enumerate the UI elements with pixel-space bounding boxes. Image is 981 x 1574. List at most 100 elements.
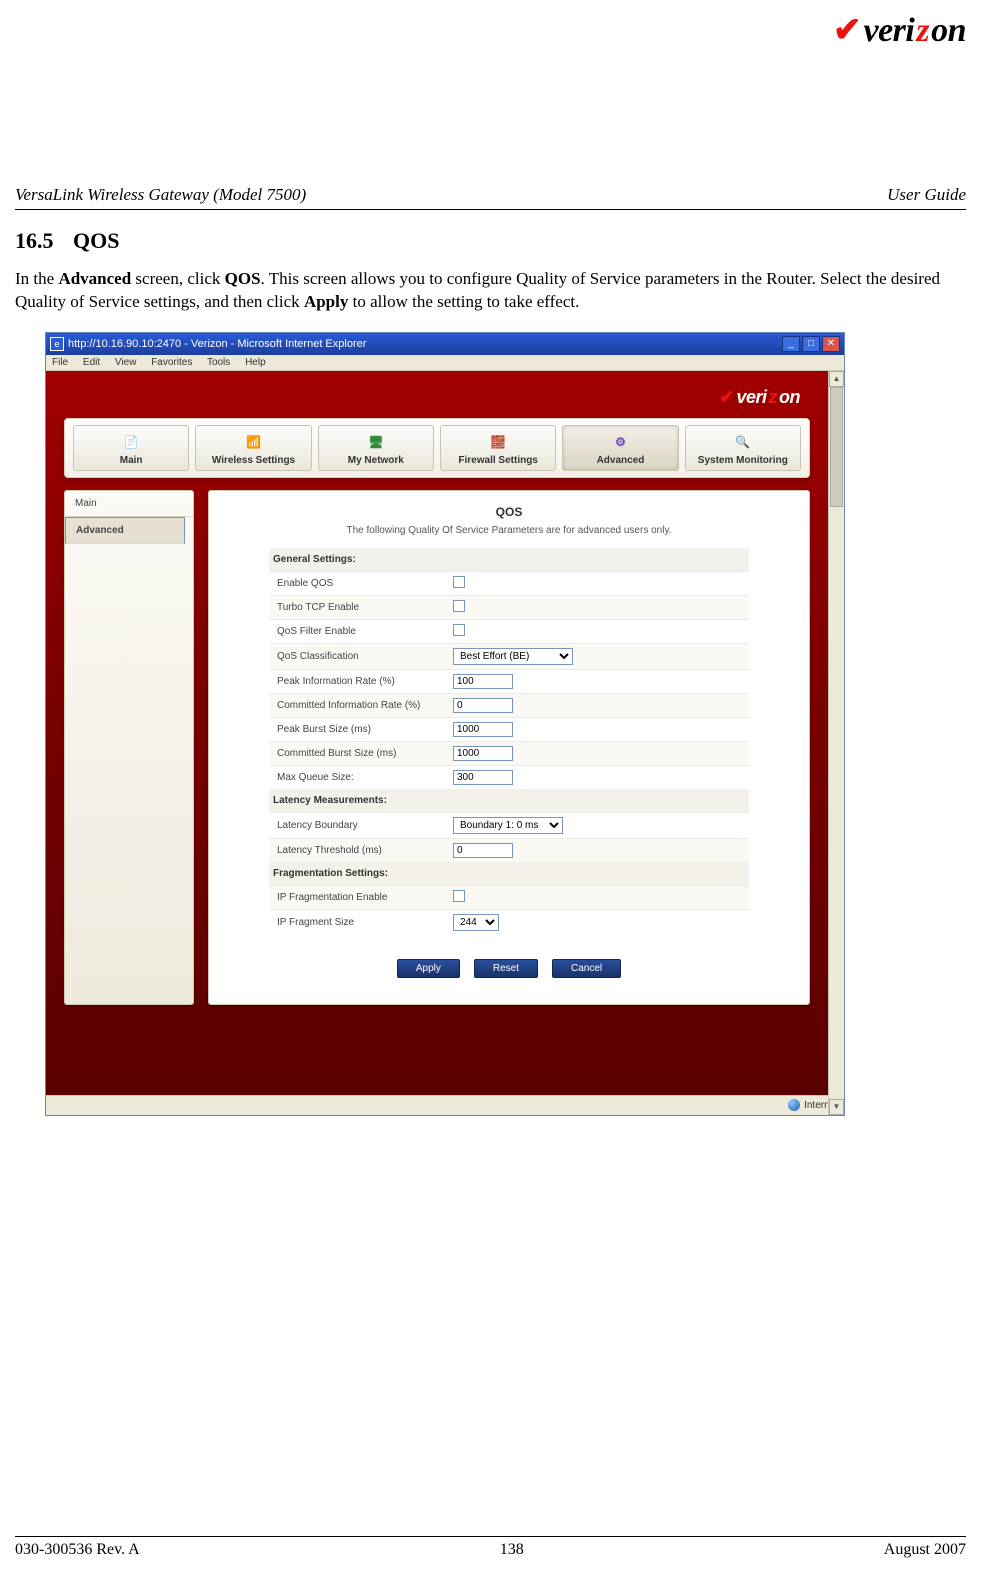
qos-panel: QOS The following Quality Of Service Par… <box>208 490 810 1005</box>
tab-wireless-settings[interactable]: 📶 Wireless Settings <box>195 425 311 471</box>
qos-classification-label: QoS Classification <box>269 645 449 668</box>
tab-my-network[interactable]: 🖥 My Network <box>318 425 434 471</box>
header-rule <box>15 209 966 210</box>
doc-title-right: User Guide <box>887 185 966 205</box>
body-bold: QOS <box>225 269 261 288</box>
firewall-icon: 🧱 <box>485 432 511 452</box>
gear-icon: ⚙ <box>607 432 633 452</box>
menu-edit[interactable]: Edit <box>83 357 100 368</box>
tab-label: System Monitoring <box>698 455 788 466</box>
verizon-check-icon: ✔ <box>719 387 734 408</box>
qos-classification-select[interactable]: Best Effort (BE) <box>453 648 573 665</box>
peak-info-rate-label: Peak Information Rate (%) <box>269 670 449 693</box>
verizon-logo: ✔ verizon <box>833 10 966 50</box>
scroll-down-icon[interactable]: ▼ <box>829 1099 844 1115</box>
section-heading: 16.5 QOS <box>15 228 966 254</box>
embedded-screenshot: e http://10.16.90.10:2470 - Verizon - Mi… <box>45 332 845 1116</box>
section-title: QOS <box>73 228 119 253</box>
apply-button[interactable]: Apply <box>397 959 460 978</box>
tab-label: Main <box>120 455 143 466</box>
max-queue-size-label: Max Queue Size: <box>269 766 449 789</box>
qos-filter-label: QoS Filter Enable <box>269 620 449 643</box>
body-bold: Apply <box>304 292 348 311</box>
ip-fragment-size-select[interactable]: 244 <box>453 914 499 931</box>
network-icon: 🖥 <box>363 432 389 452</box>
sidebar-item-main[interactable]: Main <box>65 491 193 517</box>
section-general-title: General Settings: <box>269 548 749 571</box>
qos-filter-checkbox[interactable] <box>453 624 465 636</box>
footer-left: 030-300536 Rev. A <box>15 1541 140 1559</box>
globe-icon <box>788 1099 800 1111</box>
vertical-scrollbar[interactable]: ▲ ▼ <box>828 371 844 1115</box>
verizon-wordmark-suffix: on <box>931 12 966 50</box>
tab-main[interactable]: 📄 Main <box>73 425 189 471</box>
maximize-button[interactable]: □ <box>802 336 820 352</box>
footer-center: 138 <box>500 1541 524 1559</box>
ip-fragmentation-enable-checkbox[interactable] <box>453 890 465 902</box>
scroll-up-icon[interactable]: ▲ <box>829 371 844 387</box>
cancel-button[interactable]: Cancel <box>552 959 621 978</box>
body-text: to allow the setting to take effect. <box>348 292 579 311</box>
menu-file[interactable]: File <box>52 357 68 368</box>
window-titlebar[interactable]: e http://10.16.90.10:2470 - Verizon - Mi… <box>46 333 844 355</box>
sidebar-item-advanced[interactable]: Advanced <box>65 517 185 544</box>
section-latency-title: Latency Measurements: <box>269 789 749 812</box>
tab-label: Firewall Settings <box>458 455 537 466</box>
tab-firewall-settings[interactable]: 🧱 Firewall Settings <box>440 425 556 471</box>
tab-label: Wireless Settings <box>212 455 295 466</box>
peak-info-rate-input[interactable] <box>453 674 513 689</box>
tab-advanced[interactable]: ⚙ Advanced <box>562 425 678 471</box>
router-verizon-logo: ✔ verizon <box>719 387 800 408</box>
body-text: screen, click <box>131 269 224 288</box>
page-header: ✔ verizon <box>15 20 966 115</box>
latency-threshold-label: Latency Threshold (ms) <box>269 839 449 862</box>
tab-label: Advanced <box>597 455 645 466</box>
latency-boundary-select[interactable]: Boundary 1: 0 ms <box>453 817 563 834</box>
menu-help[interactable]: Help <box>245 357 266 368</box>
running-header: VersaLink Wireless Gateway (Model 7500) … <box>15 185 966 205</box>
reset-button[interactable]: Reset <box>474 959 538 978</box>
ie-icon: e <box>50 337 64 351</box>
magnifier-icon: 🔍 <box>730 432 756 452</box>
status-left-icon <box>52 1098 66 1112</box>
tab-system-monitoring[interactable]: 🔍 System Monitoring <box>685 425 801 471</box>
peak-burst-size-input[interactable] <box>453 722 513 737</box>
footer-rule <box>15 1536 966 1537</box>
top-nav: 📄 Main 📶 Wireless Settings 🖥 My Network … <box>64 418 810 478</box>
verizon-check-icon: ✔ <box>833 10 862 50</box>
browser-menubar[interactable]: File Edit View Favorites Tools Help <box>46 355 844 371</box>
page-footer: 030-300536 Rev. A 138 August 2007 <box>15 1536 966 1559</box>
latency-threshold-input[interactable] <box>453 843 513 858</box>
peak-burst-size-label: Peak Burst Size (ms) <box>269 718 449 741</box>
document-icon: 📄 <box>118 432 144 452</box>
verizon-wordmark-z: z <box>916 12 929 50</box>
menu-favorites[interactable]: Favorites <box>151 357 192 368</box>
committed-burst-size-input[interactable] <box>453 746 513 761</box>
ip-fragment-size-label: IP Fragment Size <box>269 911 449 934</box>
turbo-tcp-label: Turbo TCP Enable <box>269 596 449 619</box>
committed-info-rate-label: Committed Information Rate (%) <box>269 694 449 717</box>
router-page: ✔ verizon 📄 Main 📶 Wireless Settings 🖥 M… <box>46 371 828 1095</box>
ip-fragmentation-enable-label: IP Fragmentation Enable <box>269 886 449 909</box>
turbo-tcp-checkbox[interactable] <box>453 600 465 612</box>
wireless-icon: 📶 <box>240 432 266 452</box>
browser-statusbar: Internet <box>46 1095 844 1115</box>
committed-info-rate-input[interactable] <box>453 698 513 713</box>
enable-qos-checkbox[interactable] <box>453 576 465 588</box>
panel-subtitle: The following Quality Of Service Paramet… <box>229 525 789 536</box>
window-title: http://10.16.90.10:2470 - Verizon - Micr… <box>68 338 366 350</box>
section-fragmentation-title: Fragmentation Settings: <box>269 862 749 885</box>
menu-tools[interactable]: Tools <box>207 357 230 368</box>
menu-view[interactable]: View <box>115 357 137 368</box>
side-nav: Main Advanced <box>64 490 194 1005</box>
footer-right: August 2007 <box>884 1541 966 1559</box>
body-bold: Advanced <box>58 269 131 288</box>
max-queue-size-input[interactable] <box>453 770 513 785</box>
verizon-wordmark-prefix: veri <box>863 12 914 50</box>
doc-title-left: VersaLink Wireless Gateway (Model 7500) <box>15 185 306 205</box>
close-button[interactable]: ✕ <box>822 336 840 352</box>
body-text: In the <box>15 269 58 288</box>
scroll-thumb[interactable] <box>830 387 843 507</box>
minimize-button[interactable]: _ <box>782 336 800 352</box>
enable-qos-label: Enable QOS <box>269 572 449 595</box>
